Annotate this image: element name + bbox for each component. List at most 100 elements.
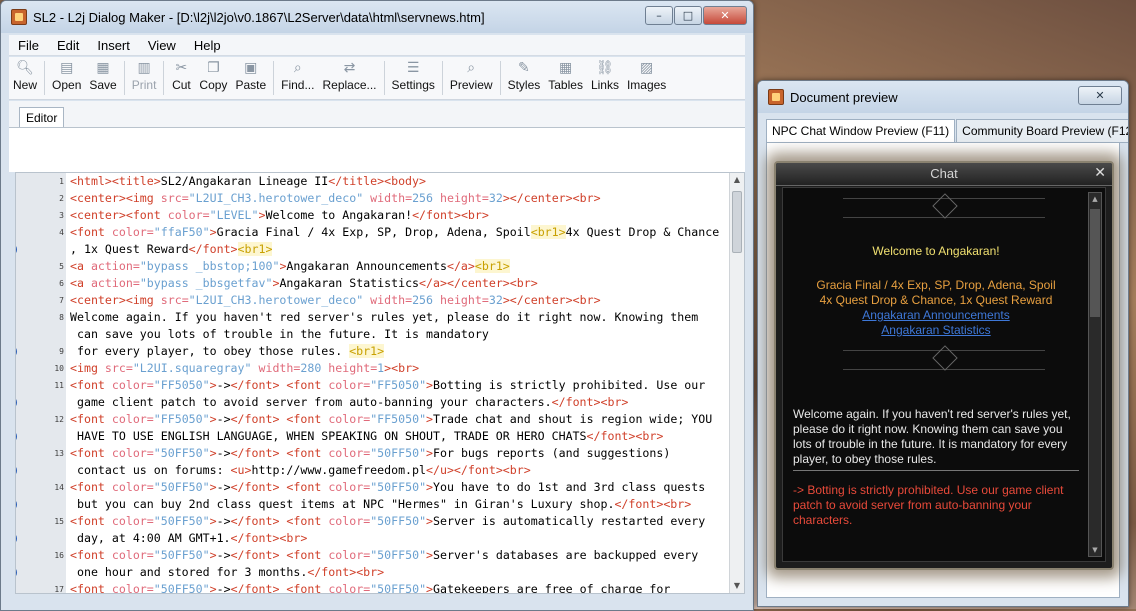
decor-ornament-bottom [843, 345, 1045, 371]
line-number: 8 [59, 313, 64, 322]
code-line[interactable]: 3 <center><font color="LEVEL">Welcome to … [59, 207, 728, 224]
code-line[interactable]: ↩ game client patch to avoid server from… [16, 394, 728, 411]
links-button[interactable]: ⛓ Links [587, 57, 623, 92]
code-line[interactable]: ↩ HAVE TO USE ENGLISH LANGUAGE, WHEN SPE… [16, 428, 728, 445]
tables-button[interactable]: ▦ Tables [544, 57, 587, 92]
scroll-thumb[interactable] [732, 191, 742, 253]
chat-rules: Welcome again. If you haven't red server… [793, 407, 1071, 466]
code-text: <a action="bypass _bbsgetfav">Angakaran … [70, 276, 538, 290]
menu-help[interactable]: Help [185, 38, 230, 53]
code-text: <html><title>SL2/Angakaran Lineage II</t… [70, 174, 427, 188]
code-line[interactable]: 15 <font color="50FF50">-></font> <font c… [54, 513, 728, 530]
links-label: Links [590, 78, 619, 92]
code-line[interactable]: ↩ contact us on forums: <u>http://www.ga… [16, 462, 728, 479]
code-text: contact us on forums: <u>http://www.game… [70, 463, 531, 477]
new-button[interactable]: 🔍︎ New [9, 57, 41, 92]
tab-editor[interactable]: Editor [19, 107, 65, 128]
open-button[interactable]: ▤ Open [48, 57, 85, 92]
preview-titlebar[interactable]: Document preview ✕ [758, 81, 1128, 113]
code-editor[interactable]: 1 <html><title>SL2/Angakaran Lineage II</… [15, 172, 745, 594]
chat-scroll-up-icon[interactable]: ▲ [1089, 193, 1101, 205]
code-text: <font color="50FF50">-></font> <font col… [70, 548, 699, 562]
toolbar-separator [163, 61, 165, 95]
code-text: <font color="50FF50">-></font> <font col… [70, 446, 671, 460]
code-line[interactable]: 14 <font color="50FF50">-></font> <font c… [54, 479, 728, 496]
code-line[interactable]: ↩ day, at 4:00 AM GMT+1.</font><br> [16, 530, 728, 547]
code-line[interactable]: 17 <font color="50FF50">-></font> <font c… [54, 581, 728, 593]
toolbar-separator [273, 61, 275, 95]
chat-scroll-down-icon[interactable]: ▼ [1089, 544, 1101, 556]
code-area[interactable]: 1 <html><title>SL2/Angakaran Lineage II</… [16, 173, 728, 593]
code-line[interactable]: 16 <font color="50FF50">-></font> <font c… [54, 547, 728, 564]
code-line[interactable]: ↩ but you can buy 2nd class quest items … [16, 496, 728, 513]
code-line[interactable]: 12 <font color="FF5050">-></font> <font c… [54, 411, 728, 428]
code-line[interactable]: ↩ one hour and stored for 3 months.</fon… [16, 564, 728, 581]
code-line[interactable]: 7 <center><img src="L2UI_CH3.herotower_de… [59, 292, 728, 309]
dialog-maker-window: SL2 - L2j Dialog Maker - [D:\l2j\l2jo\v0… [0, 0, 754, 611]
cut-button[interactable]: ✂ Cut [167, 57, 195, 92]
code-line[interactable]: 8 Welcome again. If you haven't red serve… [59, 309, 728, 326]
code-line[interactable]: 10 <img src="L2UI.squaregray" width=280 h… [54, 360, 728, 377]
images-button[interactable]: ▨ Images [623, 57, 670, 92]
scroll-down-arrow-icon[interactable]: ▼ [730, 579, 744, 593]
copy-button[interactable]: ❐ Copy [195, 57, 231, 92]
code-text: <img src="L2UI.squaregray" width=280 hei… [70, 361, 420, 375]
print-label: Print [131, 78, 157, 92]
code-text: <font color="FF5050">-></font> <font col… [70, 378, 706, 392]
line-number: 17 [54, 585, 64, 594]
line-number: 11 [54, 381, 64, 390]
code-line[interactable]: 2 <center><img src="L2UI_CH3.herotower_de… [59, 190, 728, 207]
images-icon: ▨ [640, 60, 654, 76]
replace-button[interactable]: ⇄ Replace... [318, 57, 380, 92]
maximize-button[interactable]: □ [674, 6, 702, 25]
code-line[interactable]: 9↩ for every player, to obey those rules… [16, 343, 728, 360]
menu-insert[interactable]: Insert [88, 38, 139, 53]
code-line[interactable]: 5 <a action="bypass _bbstop;100">Angakara… [59, 258, 728, 275]
code-line[interactable]: 6 <a action="bypass _bbsgetfav">Angakaran… [59, 275, 728, 292]
settings-button[interactable]: ☰ Settings [388, 57, 439, 92]
close-button[interactable]: ✕ [703, 6, 747, 25]
window-title: SL2 - L2j Dialog Maker - [D:\l2j\l2jo\v0… [33, 9, 485, 25]
code-line[interactable]: can save you lots of trouble in the futu… [70, 326, 728, 343]
link-announcements[interactable]: Angakaran Announcements [793, 308, 1079, 323]
chat-divider [793, 470, 1079, 471]
settings-icon: ☰ [406, 60, 420, 76]
line-number: 6 [59, 279, 64, 288]
chat-scrollbar[interactable]: ▲ ▼ [1088, 192, 1102, 557]
code-line[interactable]: ↩, 1x Quest Reward</font><br1> [16, 241, 728, 258]
save-icon: ▦ [96, 60, 110, 76]
chat-close-icon[interactable]: ✕ [1094, 165, 1106, 181]
editor-scrollbar[interactable]: ▲ ▼ [729, 173, 744, 593]
paste-button[interactable]: ▣ Paste [231, 57, 270, 92]
find-label: Find... [281, 78, 315, 92]
code-text: game client patch to avoid server from a… [70, 395, 629, 409]
preview-close-button[interactable]: ✕ [1078, 86, 1122, 105]
chat-line2: 4x Quest Drop & Chance, 1x Quest Reward [819, 293, 1053, 307]
tab-community-board-preview[interactable]: Community Board Preview (F12) [956, 119, 1128, 143]
menu-view[interactable]: View [139, 38, 185, 53]
preview-button[interactable]: ⌕ Preview [446, 57, 497, 92]
save-button[interactable]: ▦ Save [85, 57, 120, 92]
scroll-up-arrow-icon[interactable]: ▲ [730, 173, 744, 187]
menu-edit[interactable]: Edit [48, 38, 88, 53]
tab-npc-chat-preview[interactable]: NPC Chat Window Preview (F11) [766, 119, 956, 143]
code-text: one hour and stored for 3 months.</font>… [70, 565, 385, 579]
link-statistics[interactable]: Angakaran Statistics [793, 323, 1079, 338]
styles-label: Styles [507, 78, 541, 92]
chat-line1: Gracia Final / 4x Exp, SP, Drop, Adena, … [816, 278, 1056, 292]
code-line[interactable]: 13 <font color="50FF50">-></font> <font c… [54, 445, 728, 462]
decor-ornament-top [843, 193, 1045, 219]
minimize-button[interactable]: – [645, 6, 673, 25]
chat-scroll-thumb[interactable] [1090, 209, 1100, 317]
print-button[interactable]: ▥ Print [128, 57, 161, 92]
main-titlebar[interactable]: SL2 - L2j Dialog Maker - [D:\l2j\l2jo\v0… [1, 1, 753, 33]
chat-content: Welcome to Angakaran! Gracia Final / 4x … [782, 187, 1106, 562]
styles-button[interactable]: ✎ Styles [504, 57, 545, 92]
menu-file[interactable]: File [9, 38, 48, 53]
code-line[interactable]: 4 <font color="ffaF50">Gracia Final / 4x … [59, 224, 728, 241]
find-button[interactable]: ⌕ Find... [277, 57, 318, 92]
code-line[interactable]: 11 <font color="FF5050">-></font> <font c… [54, 377, 728, 394]
code-line[interactable]: 1 <html><title>SL2/Angakaran Lineage II</… [59, 173, 728, 190]
line-number: 12 [54, 415, 64, 424]
code-text: for every player, to obey those rules. <… [70, 344, 385, 358]
